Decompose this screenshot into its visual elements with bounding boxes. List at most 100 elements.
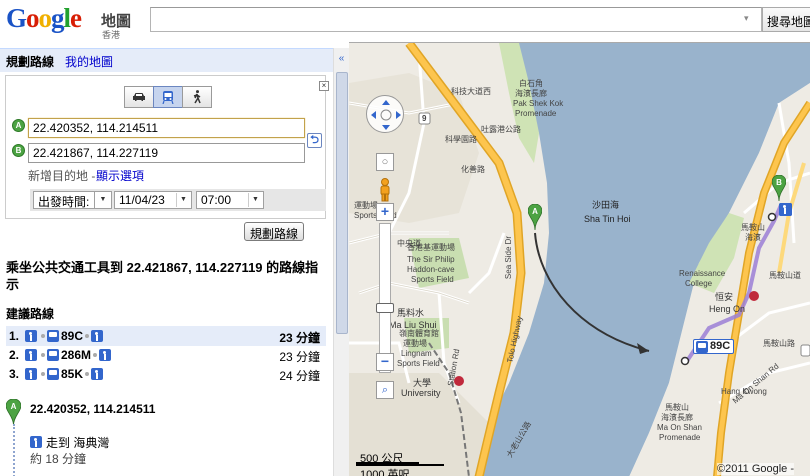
date-value: 11/04/23 [119,193,165,207]
map-label-hang-on: 恒安 [715,292,734,302]
map-label-sha-tin-hoi-en: Sha Tin Hoi [584,214,631,224]
map-label-sir-philip-en1: The Sir Philip [407,255,455,264]
route-option-3[interactable]: 3. 85K 24 分鐘 [6,364,326,384]
pan-arrows-icon [371,100,401,130]
walk-icon [25,368,37,380]
route-duration: 24 分鐘 [279,369,320,383]
walk-icon [25,330,37,342]
route-duration: 23 分鐘 [279,350,320,364]
map-label-mos-en: Ma On Shan [657,423,702,432]
map-copyright[interactable]: ©2011 Google - [717,463,795,475]
show-options-link[interactable]: 顯示選項 [96,167,144,184]
zoom-magnifier-icon[interactable]: ⌕ [376,381,394,399]
walk-icon [779,203,792,216]
search-maps-button[interactable]: 搜尋地圖 [762,7,810,32]
tab-plan-route[interactable]: 規劃路線 [6,53,54,70]
add-destination-link[interactable]: 新增目的地 - [28,167,95,184]
map-canvas[interactable]: 科學園路 科技大道西 白石角 海濱長廊 Pak Shek Kok Promena… [349,42,810,476]
map-label-mos-promenade-en: Promenade [659,433,701,442]
close-icon[interactable]: × [319,81,329,91]
zoom-in-button[interactable]: + [376,203,394,221]
map-label-hang-kwong: Hang Kwong [721,387,767,396]
map-label-tech-ave: 科技大道西 [451,87,491,96]
highway-9-shield: 9 [422,114,427,123]
street-view-pegman-icon[interactable] [377,178,393,202]
waypoint-b-marker: B [12,144,25,157]
search-input[interactable] [150,7,762,32]
route-number: 1. [9,329,20,343]
time-type-value: 出發時間: [38,195,90,209]
my-location-icon[interactable]: ○ [376,153,394,171]
route-number: 2. [9,348,20,362]
plan-route-button[interactable]: 規劃路線 [244,222,304,241]
map-label-sports-field: 運動場 [354,201,378,210]
bus-number: 89C [61,329,84,343]
start-pin-label: A [11,402,17,411]
zoom-slider-thumb[interactable] [376,303,394,313]
waypoint-a-marker: A [12,119,25,132]
panel-scrollbar[interactable]: « [333,48,349,476]
map-label-lingnan-en2: Sports Field [397,359,440,368]
start-pin-icon: A [6,399,21,425]
logo-region: 香港 [102,30,121,40]
map-label-sir-philip-en2: Haddon-cave [407,265,455,274]
bus-icon [47,368,59,380]
map-pin-b-icon[interactable]: B [772,175,786,201]
swap-waypoints-icon[interactable]: ⮌ [307,133,322,148]
walk-icon [30,436,42,448]
route-option-1[interactable]: 1. 89C 23 分鐘 [6,326,326,346]
tab-my-maps[interactable]: 我的地圖 [65,53,113,70]
walk-icon [25,349,37,361]
map-walk-marker-icon[interactable] [779,203,792,216]
route-option-2[interactable]: 2. 286M 23 分鐘 [6,345,326,365]
keyboard-icon[interactable]: ▾ [744,13,754,25]
dot-separator [41,372,45,376]
map-label-renaissance: Renaissance [679,269,726,278]
walk-icon [99,349,112,361]
start-location-input[interactable]: 22.420352, 114.214511 [28,118,305,138]
bus-icon [47,330,59,342]
map-label-fo-yin-rd: 化善路 [461,165,485,174]
bus-number: 286M [61,348,92,362]
date-select[interactable]: 11/04/23 ▼ [114,191,192,209]
zoom-slider-track[interactable] [379,223,391,373]
add-destination-label[interactable]: 新增目的地 [28,169,88,183]
transit-mode-button[interactable] [153,86,183,108]
time-type-select[interactable]: 出發時間: [33,191,95,209]
start-location-text: 22.420352, 114.214511 [30,402,156,416]
map-label-pak-shek-kok: 白石角 [519,79,543,88]
time-type-dropdown[interactable]: ▼ [94,191,112,209]
map-label-promenade-en: Promenade [515,109,557,118]
map-bus-route-badge[interactable]: 89C [693,339,735,354]
panel-tabs: 規劃路線 我的地圖 [0,48,333,72]
scrollbar-thumb[interactable] [336,72,348,334]
map-bus-number: 89C [710,340,731,352]
car-icon [133,93,145,101]
dot-separator [85,372,90,376]
walk-mode-button[interactable] [182,86,212,108]
map-label-sha-tin-hoi: 沙田海 [592,200,620,210]
walk-icon [91,368,104,380]
map-label-college: College [685,279,713,288]
car-mode-button[interactable] [124,86,154,108]
step-connector [13,424,15,476]
google-maps-logo[interactable]: Google 地圖 香港 [6,3,146,40]
map-pin-a-label: A [532,207,538,216]
header: Google 地圖 香港 ▾ 搜尋地圖 [0,0,810,42]
time-select[interactable]: 07:00 ▼ [196,191,264,209]
pan-control[interactable] [366,95,404,133]
map-label-lingnan: 嶺南體育館 [399,329,439,338]
map-label-mos-top2: 海濱 [745,233,761,242]
map-label-university: 大學 [413,378,432,388]
chevron-down-icon: ▼ [176,193,190,207]
collapse-panel-icon[interactable]: « [334,52,349,66]
destination-input[interactable]: 22.421867, 114.227119 [28,143,305,163]
map-label-science-park-rd: 科學園路 [445,135,477,144]
link-separator: - [88,169,96,183]
map-label-pak-shek-kok-en: Pak Shek Kok [513,99,564,108]
zoom-out-button[interactable]: − [376,353,394,371]
route-number: 3. [9,367,20,381]
results-title: 乘坐公共交通工具到 22.421867, 114.227119 的路線指示 [6,260,319,292]
map-label-ma-liu-shui: 馬料水 [397,308,425,318]
map-pin-a-icon[interactable]: A [528,204,542,230]
